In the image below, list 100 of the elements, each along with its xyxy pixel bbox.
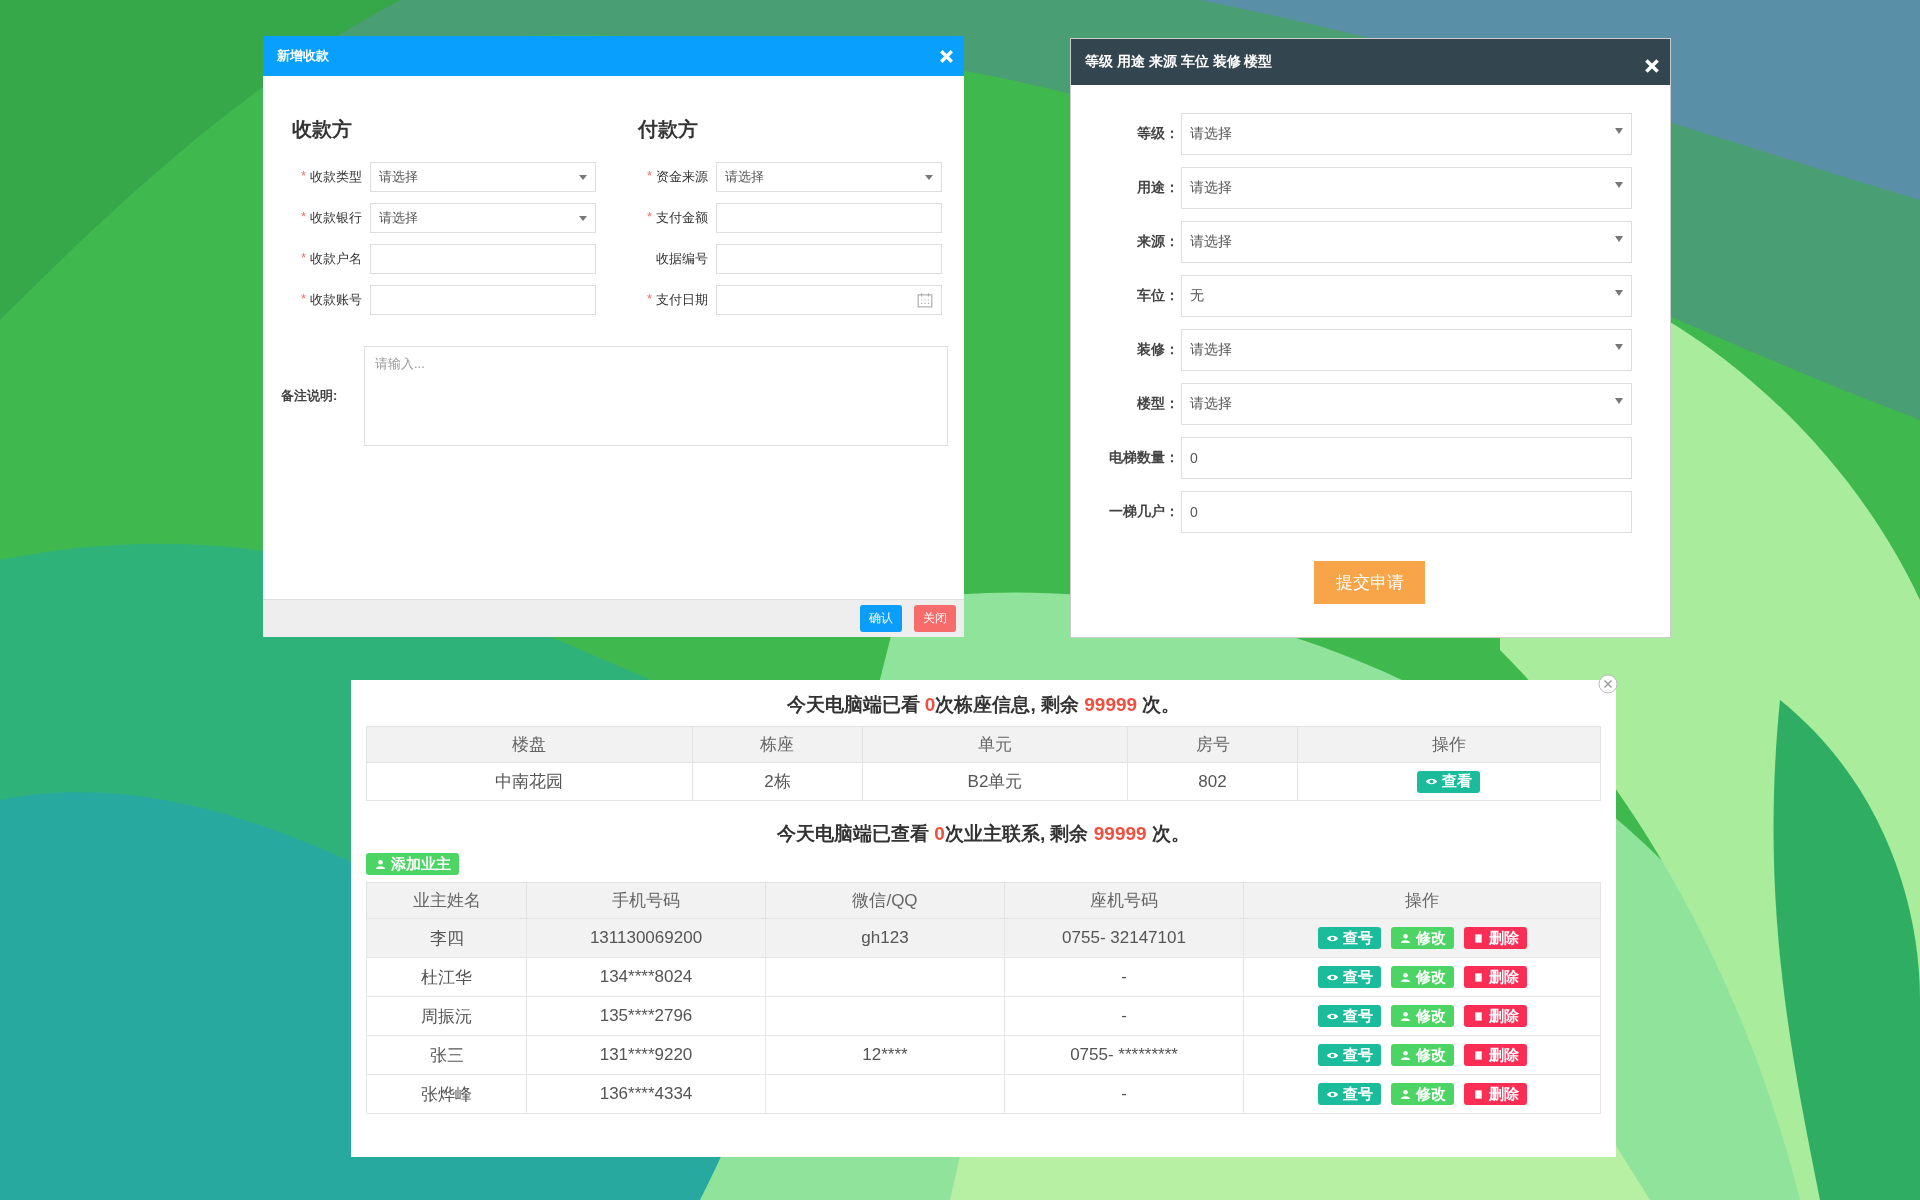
delete-button[interactable]: 删除 [1463,1083,1527,1105]
section-heading: 收款方 [291,117,353,142]
section-heading: 付款方 [636,117,699,142]
select-field[interactable]: 请选择 [1181,113,1632,155]
table-cell: 131130069200 [526,918,766,958]
table-cell: 周振沅 [366,996,527,1036]
eye-icon [1425,776,1439,787]
input-field[interactable] [370,285,596,315]
window-title: 等级 用途 来源 车位 装修 楼型 [1085,53,1273,71]
column-header: 操作 [1297,726,1601,763]
column-header: 微信/QQ [765,882,1005,919]
delete-button[interactable]: 删除 [1463,927,1527,949]
column-header: 手机号码 [526,882,766,919]
date-field[interactable] [716,285,942,315]
table-cell: 0755- ********* [1004,1035,1244,1075]
view-button[interactable]: 查号 [1317,1005,1381,1027]
field-label: 收款类型 [310,168,362,186]
user-icon [374,858,387,870]
select-field[interactable]: 请选择 [1181,167,1632,209]
table-cell: - [1004,996,1244,1036]
required-mark: * [646,291,652,308]
caret-icon [1615,344,1623,350]
select-field[interactable]: 请选择 [370,162,596,192]
column-header: 房号 [1127,726,1298,763]
table-cell: 136****4334 [526,1074,766,1114]
window-title: 新增收款 [277,47,329,65]
input-field[interactable]: 0 [1181,491,1632,533]
field-label: 楼型： [1136,395,1180,413]
caret-icon [1615,236,1623,242]
column-header: 楼盘 [366,726,693,763]
usage-notice: 今天电脑端已看 0次栋座信息, 剩余 99999 次。 [785,693,1182,717]
table-cell: 802 [1127,762,1298,801]
table-cell: 中南花园 [366,762,693,801]
delete-button[interactable]: 删除 [1463,1044,1527,1066]
required-mark: * [646,209,652,226]
field-label: 一梯几户： [1108,503,1180,521]
table-cell: 李四 [366,918,527,958]
input-field[interactable] [716,244,942,274]
input-field[interactable] [716,203,942,233]
table-cell: gh123 [861,928,909,947]
user-icon [1398,932,1412,944]
confirm-button[interactable]: 确认 [860,605,902,632]
required-mark: * [300,291,306,308]
caret-icon [1615,128,1623,134]
field-label: 等级： [1136,125,1180,143]
view-button[interactable]: 查号 [1317,927,1381,949]
submit-button[interactable]: 提交申请 [1314,561,1425,604]
required-mark: * [646,168,652,185]
remarks-field[interactable]: 请输入... [364,346,948,446]
close-button[interactable]: 关闭 [914,605,956,632]
edit-button[interactable]: 修改 [1390,1005,1454,1027]
user-icon [1398,1049,1412,1061]
column-header: 操作 [1243,882,1601,919]
select-field[interactable]: 请选择 [1181,221,1632,263]
view-button[interactable]: 查号 [1317,1083,1381,1105]
user-icon [1398,971,1412,983]
view-button[interactable]: 查号 [1317,1044,1381,1066]
select-field[interactable]: 请选择 [716,162,942,192]
table-cell: 0755- 32147101 [1004,918,1244,958]
select-field[interactable]: 无 [1181,275,1632,317]
edit-button[interactable]: 修改 [1390,966,1454,988]
required-mark: * [300,209,306,226]
caret-icon [579,215,587,221]
input-field[interactable]: 0 [1181,437,1632,479]
view-button[interactable]: 查看 [1417,770,1481,793]
delete-button[interactable]: 删除 [1463,966,1527,988]
field-label: 用途： [1136,179,1180,197]
field-label: 收款银行 [310,209,362,227]
field-label: 支付金额 [656,209,708,227]
view-button[interactable]: 查号 [1317,966,1381,988]
caret-icon [1615,290,1623,296]
select-field[interactable]: 请选择 [1181,329,1632,371]
edit-button[interactable]: 修改 [1390,1044,1454,1066]
table-cell: B2单元 [862,762,1128,801]
caret-icon [925,174,933,180]
column-header: 栋座 [692,726,863,763]
column-header: 座机号码 [1004,882,1244,919]
delete-button[interactable]: 删除 [1463,1005,1527,1027]
table-cell: 135****2796 [526,996,766,1036]
table-cell: 131****9220 [526,1035,766,1075]
edit-button[interactable]: 修改 [1390,927,1454,949]
field-label: 收款户名 [310,250,362,268]
select-field[interactable]: 请选择 [1181,383,1632,425]
table-cell: - [1004,1074,1244,1114]
field-label: 资金来源 [656,168,708,186]
required-mark: * [300,250,306,267]
field-label: 收据编号 [656,250,708,268]
user-icon [1398,1010,1412,1022]
table-cell: 张烨峰 [366,1074,527,1114]
table-cell: 杜江华 [366,957,527,997]
input-field[interactable] [370,244,596,274]
table-cell: 134****8024 [526,957,766,997]
column-header: 单元 [862,726,1128,763]
table-cell: - [1004,957,1244,997]
add-owner-button[interactable]: 添加业主 [366,853,459,875]
caret-icon [579,174,587,180]
select-field[interactable]: 请选择 [370,203,596,233]
edit-button[interactable]: 修改 [1390,1083,1454,1105]
field-label: 装修： [1136,341,1180,359]
usage-notice: 今天电脑端已查看 0次业主联系, 剩余 99999 次。 [776,822,1191,846]
